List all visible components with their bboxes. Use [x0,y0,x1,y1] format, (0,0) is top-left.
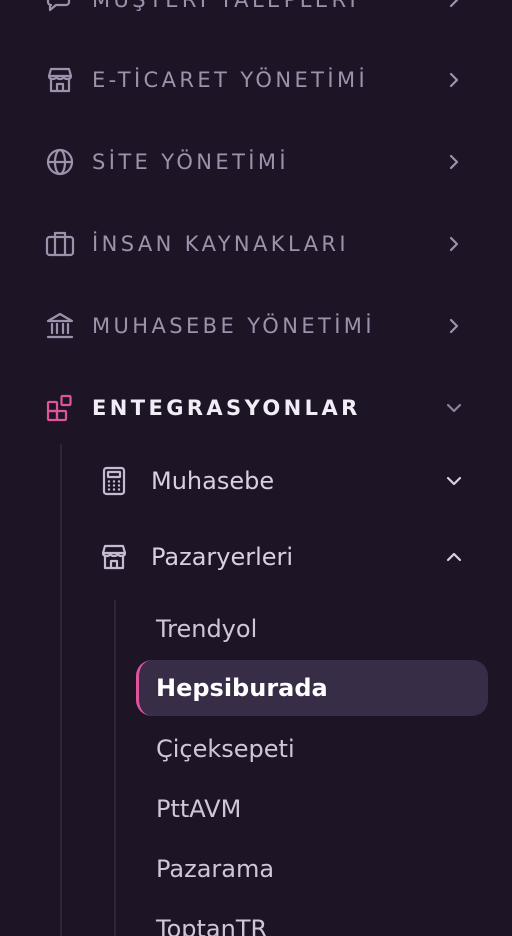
marketplace-label: Pazarama [156,855,275,883]
calculator-icon [98,465,130,497]
submenu-item-pazaryerleri[interactable]: Pazaryerleri [0,527,512,587]
marketplace-item-trendyol[interactable]: Trendyol [136,601,488,657]
marketplace-item-pttavm[interactable]: PttAVM [136,781,488,837]
menu-item-customer-requests[interactable]: MÜŞTERİ TALEPLERİ [0,0,512,28]
bank-icon [44,310,76,342]
menu-item-label: MUHASEBE YÖNETİMİ [92,314,375,338]
tree-guide-line [114,600,116,936]
briefcase-icon [44,228,76,260]
integrations-icon [44,392,76,424]
menu-item-label: ENTEGRASYONLAR [92,396,361,420]
marketplace-label: PttAVM [156,795,242,823]
sidebar-menu: MÜŞTERİ TALEPLERİ E-TİCARET YÖNETİMİ SİT… [0,0,512,936]
marketplace-item-pazarama[interactable]: Pazarama [136,841,488,897]
marketplace-item-toptantr[interactable]: ToptanTR [136,901,488,936]
marketplace-item-ciceksepeti[interactable]: Çiçeksepeti [136,721,488,777]
chat-icon [44,0,76,16]
menu-item-label: SİTE YÖNETİMİ [92,150,290,174]
chevron-right-icon [442,314,466,338]
submenu-item-label: Muhasebe [151,467,275,495]
chevron-right-icon [442,68,466,92]
chevron-down-icon [442,469,466,493]
marketplace-label: Hepsiburada [156,674,328,702]
menu-item-ecommerce[interactable]: E-TİCARET YÖNETİMİ [0,48,512,108]
chevron-right-icon [442,0,466,12]
submenu-item-muhasebe[interactable]: Muhasebe [0,451,512,511]
tree-guide-line [60,444,62,936]
menu-item-integrations[interactable]: ENTEGRASYONLAR [0,376,512,436]
chevron-right-icon [442,150,466,174]
marketplace-item-hepsiburada[interactable]: Hepsiburada [136,660,488,716]
menu-item-hr[interactable]: İNSAN KAYNAKLARI [0,212,512,272]
menu-item-label: MÜŞTERİ TALEPLERİ [92,0,360,12]
marketplace-label: ToptanTR [156,915,268,936]
marketplace-label: Trendyol [156,615,258,643]
chevron-up-icon [442,545,466,569]
store-icon [98,541,130,573]
store-icon [44,64,76,96]
chevron-down-icon [442,396,466,420]
menu-item-site[interactable]: SİTE YÖNETİMİ [0,130,512,190]
marketplace-label: Çiçeksepeti [156,735,295,763]
submenu-item-label: Pazaryerleri [151,543,294,571]
menu-item-label: İNSAN KAYNAKLARI [92,232,349,256]
menu-item-label: E-TİCARET YÖNETİMİ [92,68,369,92]
globe-icon [44,146,76,178]
menu-item-accounting[interactable]: MUHASEBE YÖNETİMİ [0,294,512,354]
chevron-right-icon [442,232,466,256]
